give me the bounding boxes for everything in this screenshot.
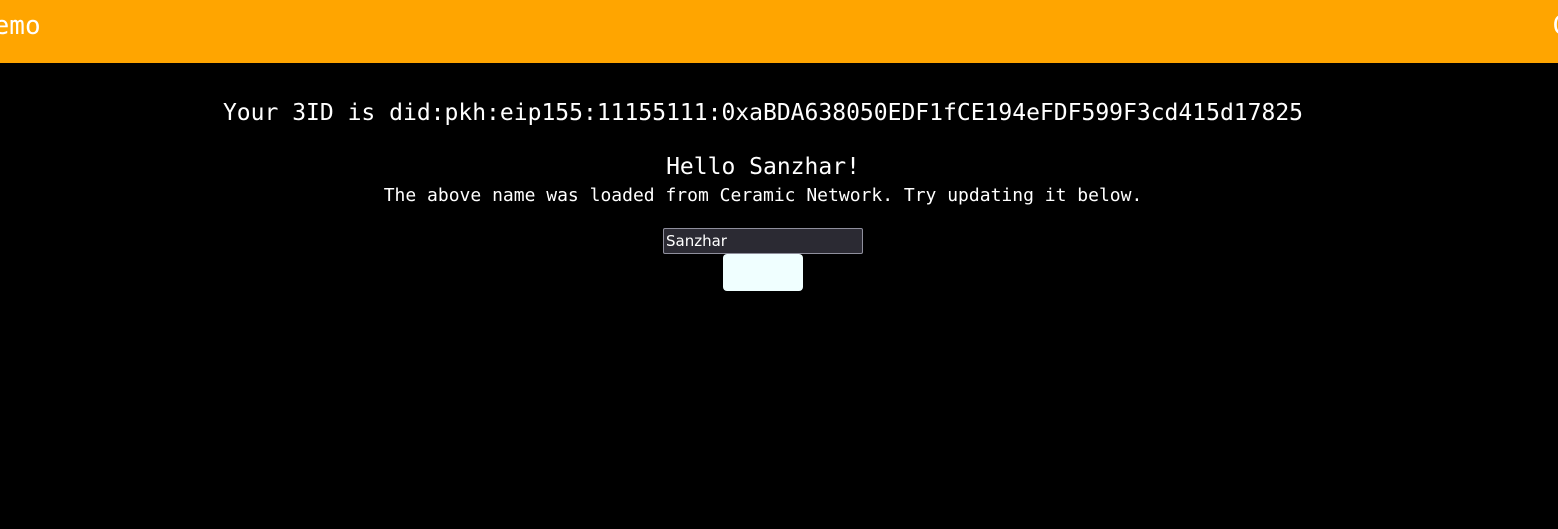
app-title: Demo (0, 11, 41, 41)
greeting-heading: Hello Sanzhar! (666, 154, 860, 180)
top-bar: Demo C (0, 0, 1558, 63)
submit-button[interactable] (723, 254, 803, 291)
name-input[interactable] (663, 228, 863, 254)
did-text: Your 3ID is did:pkh:eip155:11155111:0xaB… (222, 100, 1304, 126)
header-edge-text: C (1552, 10, 1558, 42)
ceramic-note: The above name was loaded from Ceramic N… (383, 185, 1143, 206)
